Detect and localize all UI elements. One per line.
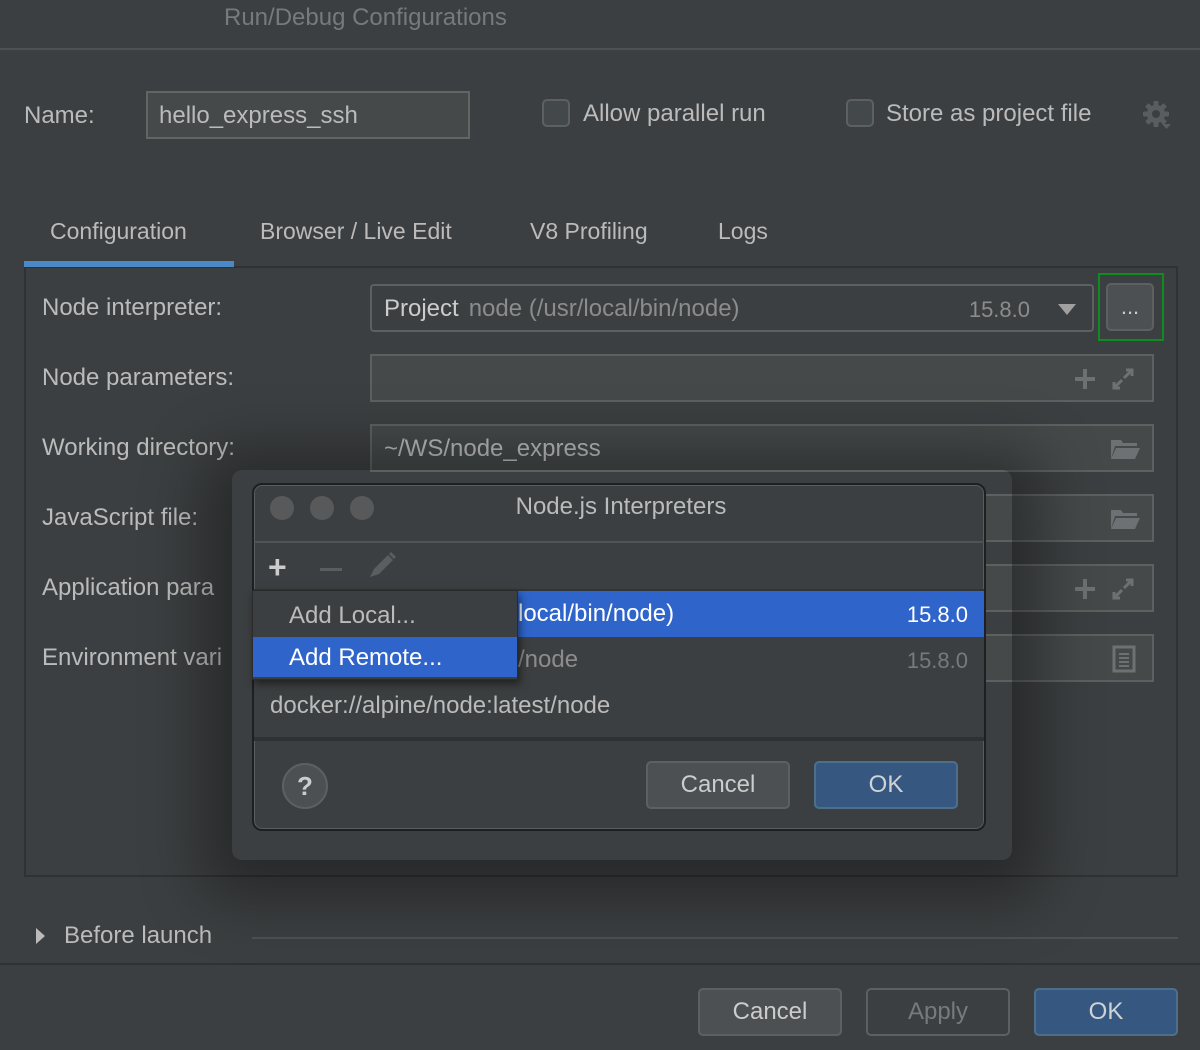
dialog-cancel-button[interactable]: Cancel [646,761,790,809]
working-directory-label: Working directory: [42,434,235,461]
divider [252,937,1178,939]
name-label: Name: [24,102,95,129]
store-as-project-file-label[interactable]: Store as project file [886,100,1091,128]
menu-item-add-local[interactable]: Add Local... [253,595,517,635]
divider [0,963,1200,965]
dialog-ok-button[interactable]: OK [814,761,958,809]
ok-button[interactable]: OK [1034,988,1178,1036]
apply-button[interactable]: Apply [866,988,1010,1036]
expand-icon[interactable] [1110,576,1136,602]
document-icon[interactable] [1112,645,1136,673]
active-tab-indicator [24,261,234,267]
plus-icon[interactable] [1074,578,1096,600]
allow-parallel-run-checkbox[interactable] [542,99,570,127]
tab-logs[interactable]: Logs [718,218,768,245]
interpreter-scope: Project [384,295,459,322]
chevron-down-icon[interactable] [1058,304,1076,315]
title-bar: Run/Debug Configurations [0,0,1200,50]
list-item[interactable]: docker://alpine/node:latest/node [254,683,984,729]
node-parameters-label: Node parameters: [42,364,235,391]
help-button[interactable]: ? [282,763,328,809]
menu-item-add-remote[interactable]: Add Remote... [253,637,517,677]
node-interpreter-label: Node interpreter: [42,294,223,321]
cancel-button[interactable]: Cancel [698,988,842,1036]
gear-icon[interactable] [1142,100,1172,130]
dialog-title: Node.js Interpreters [515,493,727,520]
name-input[interactable]: hello_express_ssh [146,91,470,139]
divider [254,541,984,543]
javascript-file-label: JavaScript file: [42,504,199,531]
folder-icon[interactable] [1110,438,1140,460]
interpreter-path: node (/usr/local/bin/node) [468,295,740,322]
divider [254,737,984,741]
environment-variables-label: Environment vari [42,644,223,671]
remove-interpreter-button[interactable] [320,568,342,571]
before-launch-section[interactable]: Before launch [64,922,212,950]
node-parameters-input[interactable] [370,354,1154,402]
add-interpreter-menu: Add Local... Add Remote... [252,590,518,680]
store-as-project-file-checkbox[interactable] [846,99,874,127]
working-directory-input[interactable]: ~/WS/node_express [370,424,1154,472]
pencil-icon[interactable] [366,551,398,581]
application-parameters-label: Application para [42,574,215,601]
node-interpreter-select[interactable]: Project node (/usr/local/bin/node) 15.8.0 [370,284,1094,332]
tab-configuration[interactable]: Configuration [50,218,187,245]
tab-v8-profiling[interactable]: V8 Profiling [530,218,648,245]
folder-icon[interactable] [1110,508,1140,530]
add-interpreter-button[interactable]: + [268,549,287,586]
allow-parallel-run-label[interactable]: Allow parallel run [583,100,766,128]
browse-interpreters-button[interactable]: ... [1106,283,1154,331]
expand-icon[interactable] [1110,366,1136,392]
window-title: Run/Debug Configurations [224,4,507,31]
interpreter-version: 15.8.0 [968,297,1030,322]
tab-browser-live-edit[interactable]: Browser / Live Edit [260,218,452,245]
expand-triangle-icon[interactable] [36,928,45,944]
plus-icon[interactable] [1074,368,1096,390]
